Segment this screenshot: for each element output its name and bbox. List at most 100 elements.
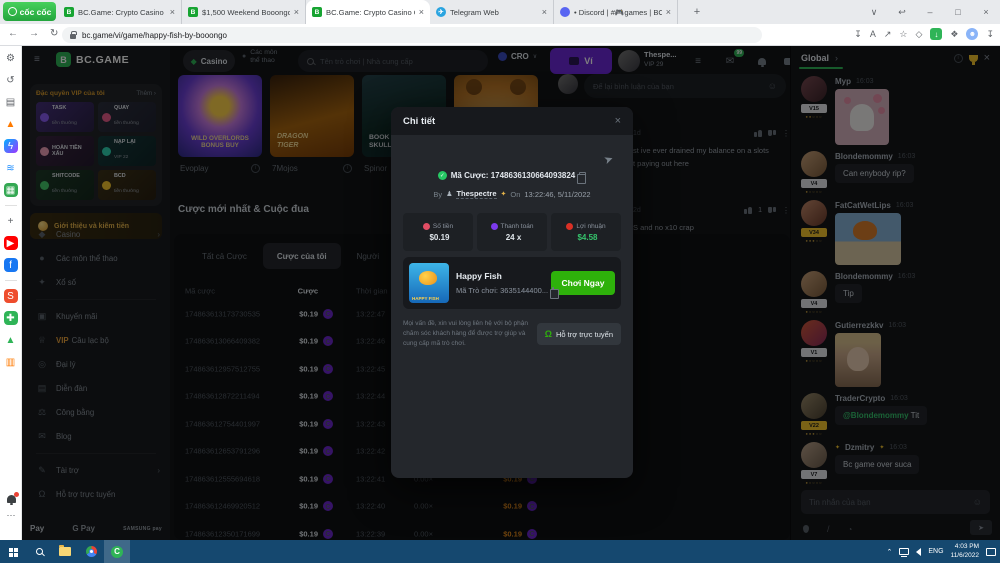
- verified-icon: ✓: [438, 171, 447, 180]
- browser-tab[interactable]: B BC.Game: Crypto Casino Gan ×: [306, 0, 430, 24]
- modal-title: Chi tiết: [403, 116, 435, 127]
- medal-icon: ✦: [501, 190, 507, 198]
- support-note: Mọi vấn đề, xin vui lòng liên hệ với bộ …: [403, 319, 541, 349]
- tab-favicon: [560, 7, 570, 17]
- tab-close-icon[interactable]: ×: [542, 7, 547, 17]
- taskbar-search-icon[interactable]: [26, 540, 52, 563]
- player-name[interactable]: Thespectre: [456, 189, 496, 199]
- coccoc-icon: [8, 7, 17, 16]
- side-rail-icon[interactable]: [5, 205, 17, 206]
- chrome-icon[interactable]: [78, 540, 104, 563]
- tab-title: • Discord | #🎮games | BC G: [574, 8, 662, 17]
- side-rail-icon[interactable]: ≋: [4, 161, 18, 175]
- tab-close-icon[interactable]: ×: [666, 7, 671, 17]
- person-icon: ♟: [446, 190, 452, 198]
- browser-tabbar: cốc cốc B BC.Game: Crypto Casino Gan × B…: [0, 0, 1000, 24]
- side-rail-icon[interactable]: ϟ: [4, 139, 18, 153]
- browser-tab[interactable]: • Discord | #🎮games | BC G ×: [554, 0, 678, 24]
- side-rail-icon[interactable]: ▲: [4, 333, 18, 347]
- translate-icon[interactable]: A: [870, 29, 876, 39]
- downloads-icon[interactable]: ↧: [986, 29, 994, 40]
- screen: cốc cốc B BC.Game: Crypto Casino Gan × B…: [0, 0, 1000, 563]
- reload-button[interactable]: ↻: [50, 28, 58, 39]
- window-controls: ∨ ↩ – □ ×: [860, 0, 1000, 24]
- tab-close-icon[interactable]: ×: [294, 7, 299, 17]
- extensions-icon[interactable]: ❖: [950, 29, 958, 40]
- bookmark-star-icon[interactable]: ☆: [899, 29, 907, 40]
- side-rail-icon[interactable]: ▥: [4, 355, 18, 369]
- tray-chevron-icon[interactable]: ⌃: [887, 548, 893, 556]
- volume-icon[interactable]: [916, 548, 921, 556]
- game-card: HAPPY FISH Happy Fish Mã Trò chơi: 36351…: [403, 257, 621, 309]
- side-rail-icon[interactable]: ⚙: [4, 51, 18, 65]
- play-now-button[interactable]: Chơi Ngay: [551, 271, 615, 295]
- browser-addressbar: ← → ↻ bc.game/vi/game/happy-fish-by-booo…: [0, 24, 1000, 46]
- coccoc-taskbar-icon[interactable]: C: [104, 540, 130, 563]
- stat-label: Lợi nhuận: [576, 223, 605, 230]
- network-icon[interactable]: [899, 548, 909, 555]
- forward-button[interactable]: →: [29, 28, 39, 39]
- modal-close-icon[interactable]: ×: [615, 115, 621, 127]
- side-rail-icon[interactable]: f: [4, 258, 18, 272]
- tab-close-icon[interactable]: ×: [170, 7, 175, 17]
- side-rail-bottom: ⋯: [0, 495, 22, 521]
- stat-label: Thanh toán: [501, 223, 534, 230]
- downloader-icon[interactable]: ↓: [930, 28, 942, 40]
- profile-avatar[interactable]: ☻: [966, 28, 978, 40]
- stat-value: $4.58: [577, 233, 597, 242]
- tab-close-icon[interactable]: ×: [419, 7, 424, 17]
- maximize-button[interactable]: □: [944, 7, 972, 17]
- side-rail-icon[interactable]: ✚: [4, 311, 18, 325]
- notifications-bell-icon[interactable]: [7, 495, 16, 503]
- tab-favicon: B: [188, 7, 198, 17]
- stat-value: $0.19: [429, 233, 449, 242]
- side-rail-icon[interactable]: ▤: [4, 95, 18, 109]
- side-rail-icon[interactable]: +: [4, 214, 18, 228]
- side-rail-icon[interactable]: S: [4, 289, 18, 303]
- browser-tab[interactable]: ✈ Telegram Web ×: [430, 0, 554, 24]
- stat-icon: [566, 223, 573, 230]
- minimize-button[interactable]: –: [916, 7, 944, 17]
- tab-title: Telegram Web: [450, 8, 538, 17]
- copy-icon[interactable]: [552, 287, 554, 295]
- tab-title: $1,500 Weekend Booongo M: [202, 8, 290, 17]
- copy-icon[interactable]: [579, 172, 586, 180]
- browser-side-rail: ⚙ ↺ ▤ ▲ ϟ ≋ ▦ + ▶ f: [0, 46, 22, 540]
- save-page-icon[interactable]: ↧: [854, 29, 862, 40]
- close-button[interactable]: ×: [972, 7, 1000, 17]
- coccoc-logo[interactable]: cốc cốc: [3, 2, 56, 21]
- action-center-icon[interactable]: [986, 548, 996, 556]
- side-rail-icon[interactable]: [5, 280, 17, 281]
- side-rail-icon[interactable]: ▶: [4, 236, 18, 250]
- stat-icon: [423, 223, 430, 230]
- side-rail-icon[interactable]: ▲: [4, 117, 18, 131]
- tab-favicon: ✈: [436, 7, 446, 17]
- file-explorer-icon[interactable]: [52, 540, 78, 563]
- browser-tab[interactable]: B BC.Game: Crypto Casino Gan ×: [58, 0, 182, 24]
- bet-id-value: Mã Cược: 1748636130664093824: [451, 171, 576, 180]
- side-rail-icon[interactable]: ↺: [4, 73, 18, 87]
- game-thumbnail[interactable]: HAPPY FISH: [409, 263, 449, 303]
- language-indicator[interactable]: ENG: [928, 548, 943, 555]
- new-tab-button[interactable]: +: [686, 0, 708, 24]
- coccoc-brand-text: cốc cốc: [20, 7, 52, 17]
- browser-tab[interactable]: B $1,500 Weekend Booongo M ×: [182, 0, 306, 24]
- windows-taskbar: C ⌃ ENG 4:03 PM 11/6/2022: [0, 540, 1000, 563]
- share-icon[interactable]: ↗: [884, 29, 892, 40]
- pin-sidebar-icon[interactable]: ↩: [888, 7, 916, 18]
- tab-search-icon[interactable]: ∨: [860, 7, 888, 18]
- share-icon[interactable]: ➤: [602, 152, 615, 167]
- lock-icon: [70, 34, 76, 39]
- live-support-button[interactable]: Ω Hỗ trợ trực tuyến: [537, 323, 621, 345]
- headset-icon: Ω: [545, 329, 552, 339]
- url-text: bc.game/vi/game/happy-fish-by-booongo: [82, 31, 227, 40]
- more-icon[interactable]: ⋯: [7, 510, 16, 521]
- side-rail-icon[interactable]: ▦: [4, 183, 18, 197]
- back-button[interactable]: ←: [8, 28, 18, 39]
- shield-icon[interactable]: ◇: [915, 29, 922, 40]
- start-button[interactable]: [0, 540, 26, 563]
- taskbar-clock[interactable]: 4:03 PM 11/6/2022: [951, 543, 979, 560]
- tab-title: BC.Game: Crypto Casino Gan: [78, 8, 166, 17]
- url-bar[interactable]: bc.game/vi/game/happy-fish-by-booongo: [62, 27, 762, 43]
- stat-card: Số tiền $0.19: [403, 213, 473, 251]
